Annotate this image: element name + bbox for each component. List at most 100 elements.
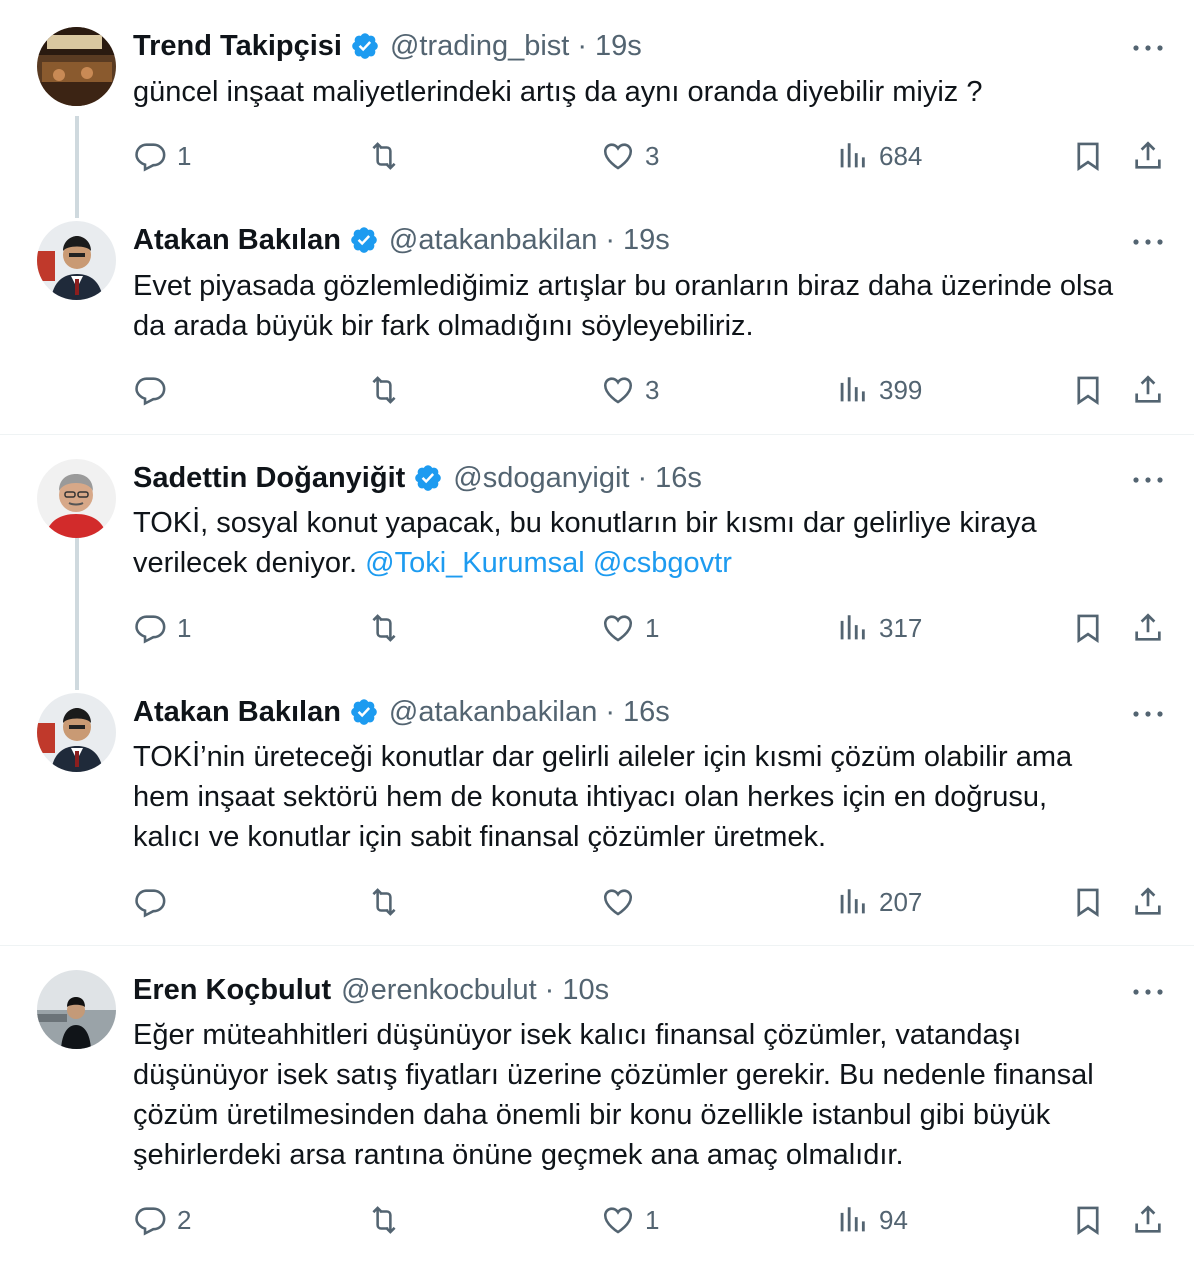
bookmark-icon	[1071, 885, 1105, 919]
bookmark-button[interactable]	[1071, 136, 1105, 176]
mention-link[interactable]: @Toki_Kurumsal	[365, 547, 585, 579]
like-icon	[601, 139, 635, 173]
retweet-button[interactable]	[367, 882, 411, 922]
avatar[interactable]	[37, 221, 116, 300]
tweet-4[interactable]: Atakan Bakılan @atakanbakilan · 16s TOKİ…	[0, 693, 1194, 945]
tweet-text: güncel inşaat maliyetlerindeki artış da …	[133, 76, 983, 108]
like-button[interactable]: 1	[601, 608, 659, 648]
retweet-icon	[367, 373, 401, 407]
like-icon	[601, 373, 635, 407]
views-icon	[835, 139, 869, 173]
author-name[interactable]: Atakan Bakılan	[133, 224, 341, 257]
like-count: 3	[645, 374, 660, 405]
reply-count: 2	[177, 1204, 192, 1235]
timestamp[interactable]: 16s	[655, 462, 702, 495]
tweet-text: TOKİ’nin üreteceği konutlar dar gelirli …	[133, 741, 1073, 853]
timestamp[interactable]: 19s	[595, 30, 642, 63]
reply-button[interactable]: 1	[133, 136, 191, 176]
verified-badge-icon	[349, 697, 379, 727]
retweet-icon	[367, 611, 401, 645]
reply-button[interactable]: 2	[133, 1200, 191, 1240]
reply-button[interactable]: 1	[133, 608, 191, 648]
author-handle[interactable]: @atakanbakilan	[389, 696, 597, 729]
more-icon[interactable]	[1131, 40, 1165, 56]
author-name[interactable]: Sadettin Doğanyiğit	[133, 462, 405, 495]
action-bar: 3 399	[0, 370, 1194, 410]
share-icon	[1131, 139, 1165, 173]
more-icon[interactable]	[1131, 472, 1165, 488]
views-count: 94	[879, 1204, 908, 1235]
views-button[interactable]: 317	[835, 608, 922, 648]
bookmark-button[interactable]	[1071, 1200, 1105, 1240]
retweet-icon	[367, 885, 401, 919]
verified-badge-icon	[413, 463, 443, 493]
author-handle[interactable]: @sdoganyigit	[453, 462, 629, 495]
tweet-5[interactable]: Eren Koçbulut @erenkocbulut · 10s Eğer m…	[0, 946, 1194, 1268]
like-button[interactable]: 1	[601, 1200, 659, 1240]
views-button[interactable]: 399	[835, 370, 922, 410]
author-handle[interactable]: @erenkocbulut	[341, 974, 537, 1007]
tweet-text: Eğer müteahhitleri düşünüyor isek kalıcı…	[133, 1019, 1094, 1171]
action-bar: 1 3 684	[0, 136, 1194, 176]
mention-link[interactable]: @csbgovtr	[593, 547, 732, 579]
share-icon	[1131, 1203, 1165, 1237]
verified-badge-icon	[349, 225, 379, 255]
reply-icon	[133, 885, 167, 919]
views-button[interactable]: 684	[835, 136, 922, 176]
reply-icon	[133, 373, 167, 407]
bookmark-icon	[1071, 611, 1105, 645]
retweet-button[interactable]	[367, 136, 411, 176]
views-button[interactable]: 207	[835, 882, 922, 922]
bookmark-button[interactable]	[1071, 882, 1105, 922]
bookmark-icon	[1071, 139, 1105, 173]
views-button[interactable]: 94	[835, 1200, 908, 1240]
avatar[interactable]	[37, 27, 116, 106]
author-handle[interactable]: @atakanbakilan	[389, 224, 597, 257]
more-icon[interactable]	[1131, 234, 1165, 250]
views-count: 684	[879, 140, 923, 171]
timestamp[interactable]: 19s	[623, 224, 670, 257]
tweet-2[interactable]: Atakan Bakılan @atakanbakilan · 19s Evet…	[0, 221, 1194, 434]
bookmark-icon	[1071, 1203, 1105, 1237]
share-button[interactable]	[1131, 608, 1165, 648]
author-name[interactable]: Atakan Bakılan	[133, 696, 341, 729]
timestamp[interactable]: 16s	[623, 696, 670, 729]
tweet-text: Evet piyasada gözlemlediğimiz artışlar b…	[133, 270, 1114, 342]
verified-badge-icon	[350, 31, 380, 61]
like-button[interactable]: 3	[601, 370, 659, 410]
author-handle[interactable]: @trading_bist	[390, 30, 569, 63]
separator: ·	[577, 29, 588, 62]
separator: ·	[544, 973, 555, 1006]
avatar[interactable]	[37, 970, 116, 1049]
author-name[interactable]: Eren Koçbulut	[133, 974, 331, 1007]
views-count: 207	[879, 886, 923, 917]
reply-button[interactable]	[133, 882, 177, 922]
more-icon[interactable]	[1131, 706, 1165, 722]
reply-count: 1	[177, 612, 192, 643]
share-button[interactable]	[1131, 136, 1165, 176]
author-name[interactable]: Trend Takipçisi	[133, 30, 342, 63]
like-button[interactable]: 3	[601, 136, 659, 176]
more-icon[interactable]	[1131, 984, 1165, 1000]
like-count: 1	[645, 612, 660, 643]
retweet-button[interactable]	[367, 370, 411, 410]
timestamp[interactable]: 10s	[562, 974, 609, 1007]
share-button[interactable]	[1131, 1200, 1165, 1240]
avatar[interactable]	[37, 693, 116, 772]
bookmark-button[interactable]	[1071, 370, 1105, 410]
like-button[interactable]	[601, 882, 645, 922]
action-bar: 207	[0, 882, 1194, 922]
share-icon	[1131, 611, 1165, 645]
share-button[interactable]	[1131, 882, 1165, 922]
tweet-3[interactable]: Sadettin Doğanyiğit @sdoganyigit · 16s T…	[0, 435, 1194, 693]
like-count: 1	[645, 1204, 660, 1235]
bookmark-button[interactable]	[1071, 608, 1105, 648]
bookmark-icon	[1071, 373, 1105, 407]
reply-button[interactable]	[133, 370, 177, 410]
tweet-1[interactable]: Trend Takipçisi @trading_bist · 19s günc…	[0, 0, 1194, 222]
share-button[interactable]	[1131, 370, 1165, 410]
retweet-button[interactable]	[367, 608, 411, 648]
share-icon	[1131, 885, 1165, 919]
avatar[interactable]	[37, 459, 116, 538]
retweet-button[interactable]	[367, 1200, 411, 1240]
